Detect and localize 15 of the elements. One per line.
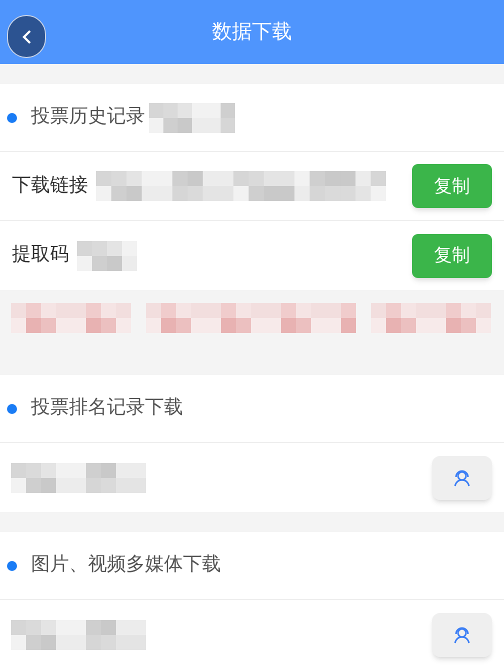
section-title: 投票排名记录下载 [31, 396, 183, 420]
field-label: 提取码 [12, 243, 69, 268]
headset-person-icon [452, 626, 472, 644]
service-button[interactable] [432, 612, 492, 656]
headset-person-icon [452, 468, 472, 486]
copy-button[interactable]: 复制 [412, 164, 492, 208]
field-label: 下载链接 [12, 174, 88, 198]
page-title: 数据下载 [212, 20, 292, 45]
section-title: 投票历史记录 [31, 105, 145, 130]
mosaic-redaction [77, 240, 137, 270]
service-button[interactable] [432, 456, 492, 500]
section-title: 图片、视频多媒体下载 [31, 553, 221, 578]
back-button[interactable] [7, 15, 46, 58]
copy-button[interactable]: 复制 [412, 234, 492, 278]
back-icon [22, 28, 32, 44]
